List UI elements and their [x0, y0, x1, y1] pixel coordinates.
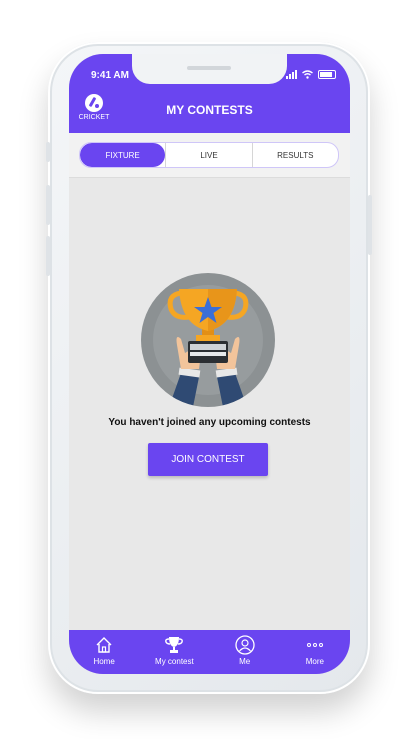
nav-my-contest[interactable]: My contest: [139, 630, 209, 674]
trophy-icon: [164, 635, 184, 655]
phone-side-button: [368, 195, 372, 255]
status-icons: [286, 70, 336, 79]
nav-more[interactable]: More: [280, 630, 350, 674]
tab-results[interactable]: RESULTS: [251, 143, 338, 167]
app-screen: 9:41 AM CRICKET MY CONTESTS FIXTURE LIVE…: [69, 54, 350, 674]
battery-icon: [318, 70, 336, 79]
phone-notch: [132, 54, 287, 84]
wifi-icon: [302, 70, 313, 79]
home-icon: [95, 635, 113, 655]
nav-home-label: Home: [93, 657, 115, 666]
nav-more-label: More: [305, 657, 324, 666]
nav-my-contest-label: My contest: [155, 657, 194, 666]
empty-state-message: You haven't joined any upcoming contests: [108, 417, 311, 428]
signal-icon: [286, 70, 297, 79]
tabs-bar: FIXTURE LIVE RESULTS: [69, 133, 350, 178]
segmented-tabs: FIXTURE LIVE RESULTS: [79, 142, 339, 168]
phone-side-button: [46, 236, 50, 276]
bottom-navigation: Home My contest Me More: [69, 630, 350, 674]
join-contest-button[interactable]: JOIN CONTEST: [148, 443, 268, 476]
user-icon: [234, 635, 255, 655]
nav-me[interactable]: Me: [210, 630, 280, 674]
nav-me-label: Me: [239, 657, 251, 666]
trophy-hands-icon: [141, 273, 275, 407]
nav-home[interactable]: Home: [69, 630, 139, 674]
speaker-grille: [187, 66, 231, 70]
page-title: MY CONTESTS: [166, 103, 253, 117]
more-icon: [306, 635, 324, 655]
tab-fixture[interactable]: FIXTURE: [80, 143, 166, 167]
phone-side-button: [46, 142, 50, 162]
app-header: 9:41 AM CRICKET MY CONTESTS: [69, 54, 350, 133]
phone-side-button: [46, 185, 50, 225]
status-time: 9:41 AM: [91, 70, 129, 81]
tab-live[interactable]: LIVE: [165, 143, 251, 167]
